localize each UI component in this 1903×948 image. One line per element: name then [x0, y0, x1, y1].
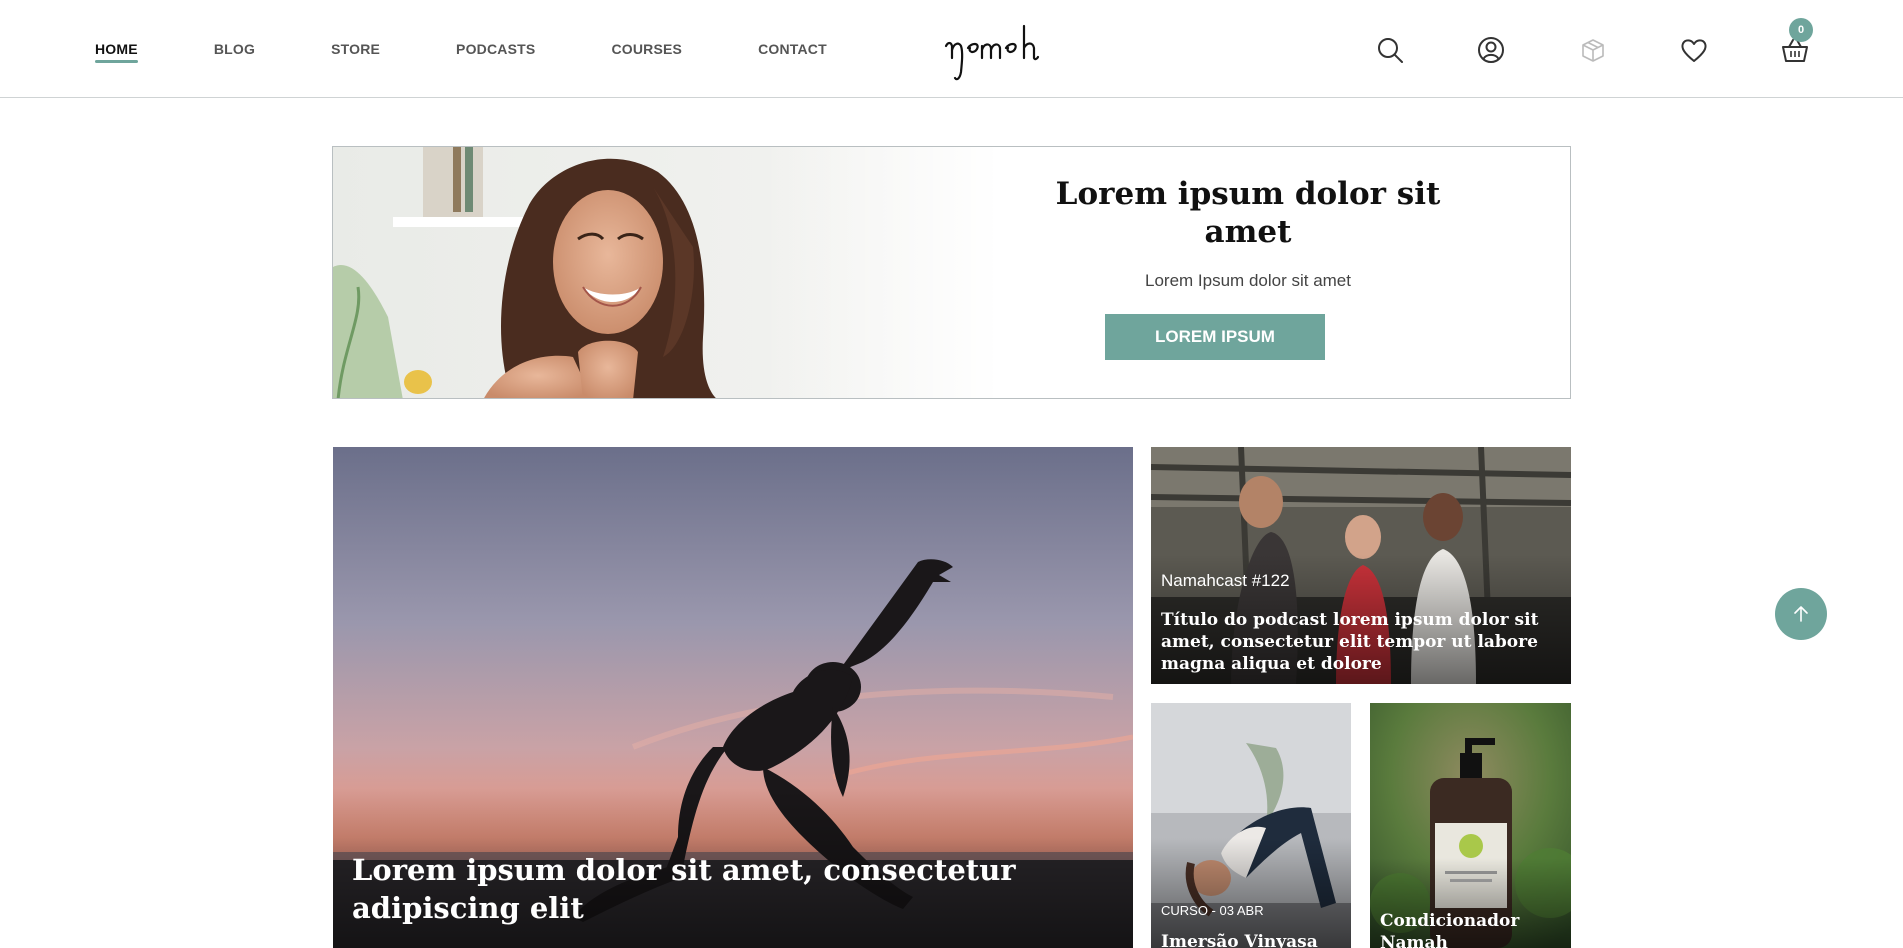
course-card-title: Imersão Vinyasa	[1161, 932, 1318, 948]
logo-wordmark	[944, 24, 1040, 81]
main-nav: HOME BLOG STORE PODCASTS COURSES CONTACT	[95, 0, 903, 98]
nav-podcasts[interactable]: PODCASTS	[456, 35, 535, 63]
cart-count-badge: 0	[1789, 18, 1813, 42]
nav-contact[interactable]: CONTACT	[758, 35, 827, 63]
scroll-to-top-button[interactable]	[1775, 588, 1827, 640]
banner-title: Lorem ipsum dolor sit amet	[1055, 176, 1441, 250]
heart-icon[interactable]	[1674, 30, 1714, 70]
banner-cta-button[interactable]: LOREM IPSUM	[1105, 314, 1325, 360]
podcast-card[interactable]: Namahcast #122 Título do podcast lorem i…	[1151, 447, 1571, 684]
search-icon[interactable]	[1370, 30, 1410, 70]
arrow-up-icon	[1794, 606, 1808, 622]
podcast-episode-tag: Namahcast #122	[1161, 571, 1290, 590]
user-circle-icon[interactable]	[1471, 30, 1511, 70]
feature-card[interactable]: Lorem ipsum dolor sit amet, consectetur …	[333, 447, 1133, 948]
course-date-tag: CURSO - 03 ABR	[1161, 903, 1264, 918]
site-header: HOME BLOG STORE PODCASTS COURSES CONTACT	[0, 0, 1903, 98]
feature-card-title: Lorem ipsum dolor sit amet, consectetur …	[352, 853, 1016, 925]
nav-home[interactable]: HOME	[95, 35, 138, 63]
podcast-card-title: Título do podcast lorem ipsum dolor sit …	[1161, 610, 1539, 674]
promo-banner: Lorem ipsum dolor sit amet Lorem Ipsum d…	[332, 146, 1571, 399]
basket-icon[interactable]: 0	[1775, 18, 1815, 70]
nav-store[interactable]: STORE	[331, 35, 380, 63]
box-icon[interactable]	[1573, 30, 1613, 70]
nav-courses[interactable]: COURSES	[611, 35, 682, 63]
product-card[interactable]: Condicionador Namah	[1370, 703, 1571, 948]
product-card-title: Condicionador Namah	[1380, 911, 1520, 948]
banner-fade	[763, 147, 1003, 398]
nav-blog[interactable]: BLOG	[214, 35, 255, 63]
banner-subtitle: Lorem Ipsum dolor sit amet	[1145, 271, 1351, 290]
course-card[interactable]: CURSO - 03 ABR Imersão Vinyasa	[1151, 703, 1351, 948]
site-logo[interactable]	[940, 12, 1080, 82]
